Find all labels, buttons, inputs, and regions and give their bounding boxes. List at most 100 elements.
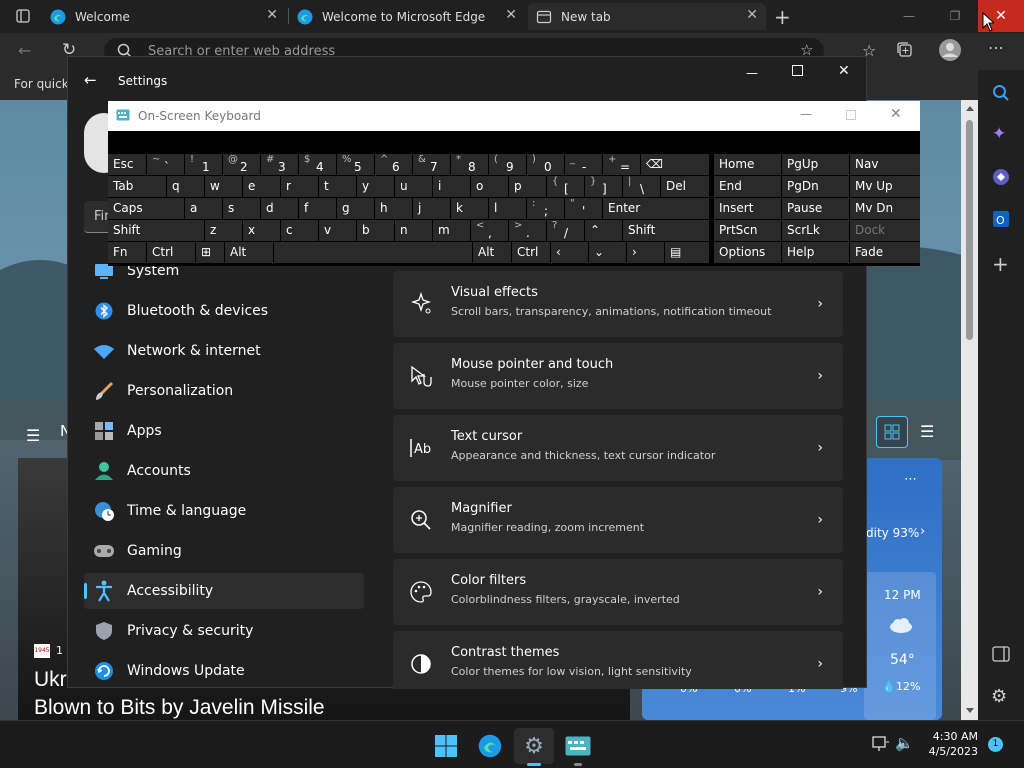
add-sidebar-app-icon[interactable]: + [992, 252, 1009, 276]
osk-maximize-button[interactable] [846, 110, 856, 120]
clock[interactable]: 4:30 AM 4/5/2023 [928, 729, 978, 759]
nav-personalization[interactable]: Personalization [84, 373, 364, 409]
key-bracket-2[interactable]: | \ [623, 176, 660, 197]
key-k[interactable]: k [451, 198, 488, 219]
key-caps[interactable]: Caps [108, 198, 184, 219]
key-i[interactable]: i [433, 176, 470, 197]
nav-accessibility[interactable]: Accessibility [84, 573, 364, 609]
close-tab-icon[interactable]: ✕ [266, 7, 278, 23]
scrollbar-thumb[interactable] [966, 120, 973, 340]
scroll-up-arrow[interactable] [966, 106, 974, 111]
key-ctrl-right[interactable]: Ctrl [512, 242, 550, 263]
key-bracket-0[interactable]: {[ [547, 176, 584, 197]
key-dock[interactable]: Dock [850, 220, 920, 241]
menu-icon[interactable]: ☰ [26, 426, 40, 445]
nav-time-language[interactable]: Time & language [84, 493, 364, 529]
key-ctrl-left[interactable]: Ctrl [147, 242, 195, 263]
collections-icon[interactable] [896, 41, 913, 58]
taskbar-settings[interactable]: ⚙ [514, 728, 554, 766]
key-digit-10[interactable]: ) 0 [527, 154, 564, 175]
volume-icon[interactable]: 🔈 [895, 734, 914, 752]
card-visual-effects[interactable]: Visual effects Scroll bars, transparency… [393, 271, 843, 337]
key-space[interactable] [274, 242, 472, 263]
key-sym-2[interactable]: ? / [547, 220, 584, 241]
outlook-icon[interactable]: O [992, 210, 1010, 228]
network-icon[interactable] [872, 736, 890, 752]
key-alt-left[interactable]: Alt [225, 242, 273, 263]
weather-more-icon[interactable]: ⋯ [904, 472, 917, 487]
key-digit-11[interactable]: _ - [565, 154, 602, 175]
key-g[interactable]: g [337, 198, 374, 219]
nav-apps[interactable]: Apps [84, 413, 364, 449]
settings-maximize-button[interactable] [792, 65, 803, 76]
key-punct-1[interactable]: " ' [565, 198, 602, 219]
taskbar-on-screen-keyboard[interactable] [558, 728, 598, 766]
nav-accounts[interactable]: Accounts [84, 453, 364, 489]
key-prtscn[interactable]: PrtScn [714, 220, 781, 241]
nav-windows-update[interactable]: Windows Update [84, 653, 364, 689]
key-pgup[interactable]: PgUp [782, 154, 849, 175]
key-y[interactable]: y [357, 176, 394, 197]
key-z[interactable]: z [205, 220, 242, 241]
key-fade[interactable]: Fade [850, 242, 920, 263]
tab-actions-icon[interactable] [16, 9, 30, 23]
card-magnifier[interactable]: Magnifier Magnifier reading, zoom increm… [393, 487, 843, 553]
more-options-icon[interactable]: ⋯ [988, 38, 1004, 57]
key-fn[interactable]: Fn [108, 242, 146, 263]
key-digit-12[interactable]: + = [603, 154, 640, 175]
osk-close-button[interactable]: ✕ [890, 106, 902, 122]
key-p[interactable]: p [509, 176, 546, 197]
profile-avatar[interactable] [938, 38, 962, 62]
back-arrow-icon[interactable]: ← [84, 71, 97, 89]
shopping-icon[interactable] [992, 168, 1010, 186]
nav-bluetooth-devices[interactable]: Bluetooth & devices [84, 293, 364, 329]
card-text-cursor[interactable]: Ab Text cursor Appearance and thickness,… [393, 415, 843, 481]
key-insert[interactable]: Insert [714, 198, 781, 219]
key-scrlk[interactable]: ScrLk [782, 220, 849, 241]
key-w[interactable]: w [205, 176, 242, 197]
key-j[interactable]: j [413, 198, 450, 219]
maximize-button[interactable]: ❐ [932, 0, 978, 32]
key-f[interactable]: f [299, 198, 336, 219]
key-digit-0[interactable]: ~ ` [147, 154, 184, 175]
key-pgdn[interactable]: PgDn [782, 176, 849, 197]
minimize-button[interactable]: — [886, 0, 932, 32]
key-a[interactable]: a [185, 198, 222, 219]
key-u[interactable]: u [395, 176, 432, 197]
key-shift-right[interactable]: Shift [623, 220, 709, 241]
key-digit-5[interactable]: % 5 [337, 154, 374, 175]
page-scrollbar[interactable] [961, 100, 978, 720]
key-bracket-1[interactable]: }] [585, 176, 622, 197]
key-b[interactable]: b [357, 220, 394, 241]
key-e[interactable]: e [243, 176, 280, 197]
key-backspace[interactable]: ⌫ [641, 154, 709, 175]
key-options[interactable]: Options [714, 242, 781, 263]
key-c[interactable]: c [281, 220, 318, 241]
key-menu[interactable]: ▤ [665, 242, 709, 263]
osk-minimize-button[interactable]: — [800, 107, 812, 121]
key-arrow-left[interactable]: ‹ [551, 242, 588, 263]
key-mvup[interactable]: Mv Up [850, 176, 920, 197]
key-windows[interactable]: ⊞ [196, 242, 224, 263]
nav-privacy-security[interactable]: Privacy & security [84, 613, 364, 649]
notification-badge[interactable]: 1 [988, 737, 1003, 752]
card-contrast-themes[interactable]: Contrast themes Color themes for low vis… [393, 631, 843, 689]
key-s[interactable]: s [223, 198, 260, 219]
key-digit-2[interactable]: @2 [223, 154, 260, 175]
key-alt-right[interactable]: Alt [473, 242, 511, 263]
card-mouse-pointer-touch[interactable]: Mouse pointer and touch Mouse pointer co… [393, 343, 843, 409]
key-nav[interactable]: Nav [850, 154, 920, 175]
key-h[interactable]: h [375, 198, 412, 219]
key-digit-6[interactable]: ^ 6 [375, 154, 412, 175]
key-digit-1[interactable]: ! 1 [185, 154, 222, 175]
key-v[interactable]: v [319, 220, 356, 241]
grid-view-icon[interactable] [876, 416, 908, 448]
tab-welcome-edge[interactable]: Welcome to Microsoft Edge ✕ [297, 3, 525, 30]
copilot-icon[interactable]: ✦ [992, 124, 1006, 144]
key-help[interactable]: Help [782, 242, 849, 263]
sidebar-settings-icon[interactable]: ⚙ [991, 686, 1007, 707]
taskbar-edge[interactable] [470, 728, 510, 764]
key-arrow-up[interactable]: ⌃ [585, 220, 622, 241]
key-esc[interactable]: Esc [108, 154, 146, 175]
key-l[interactable]: l [489, 198, 526, 219]
